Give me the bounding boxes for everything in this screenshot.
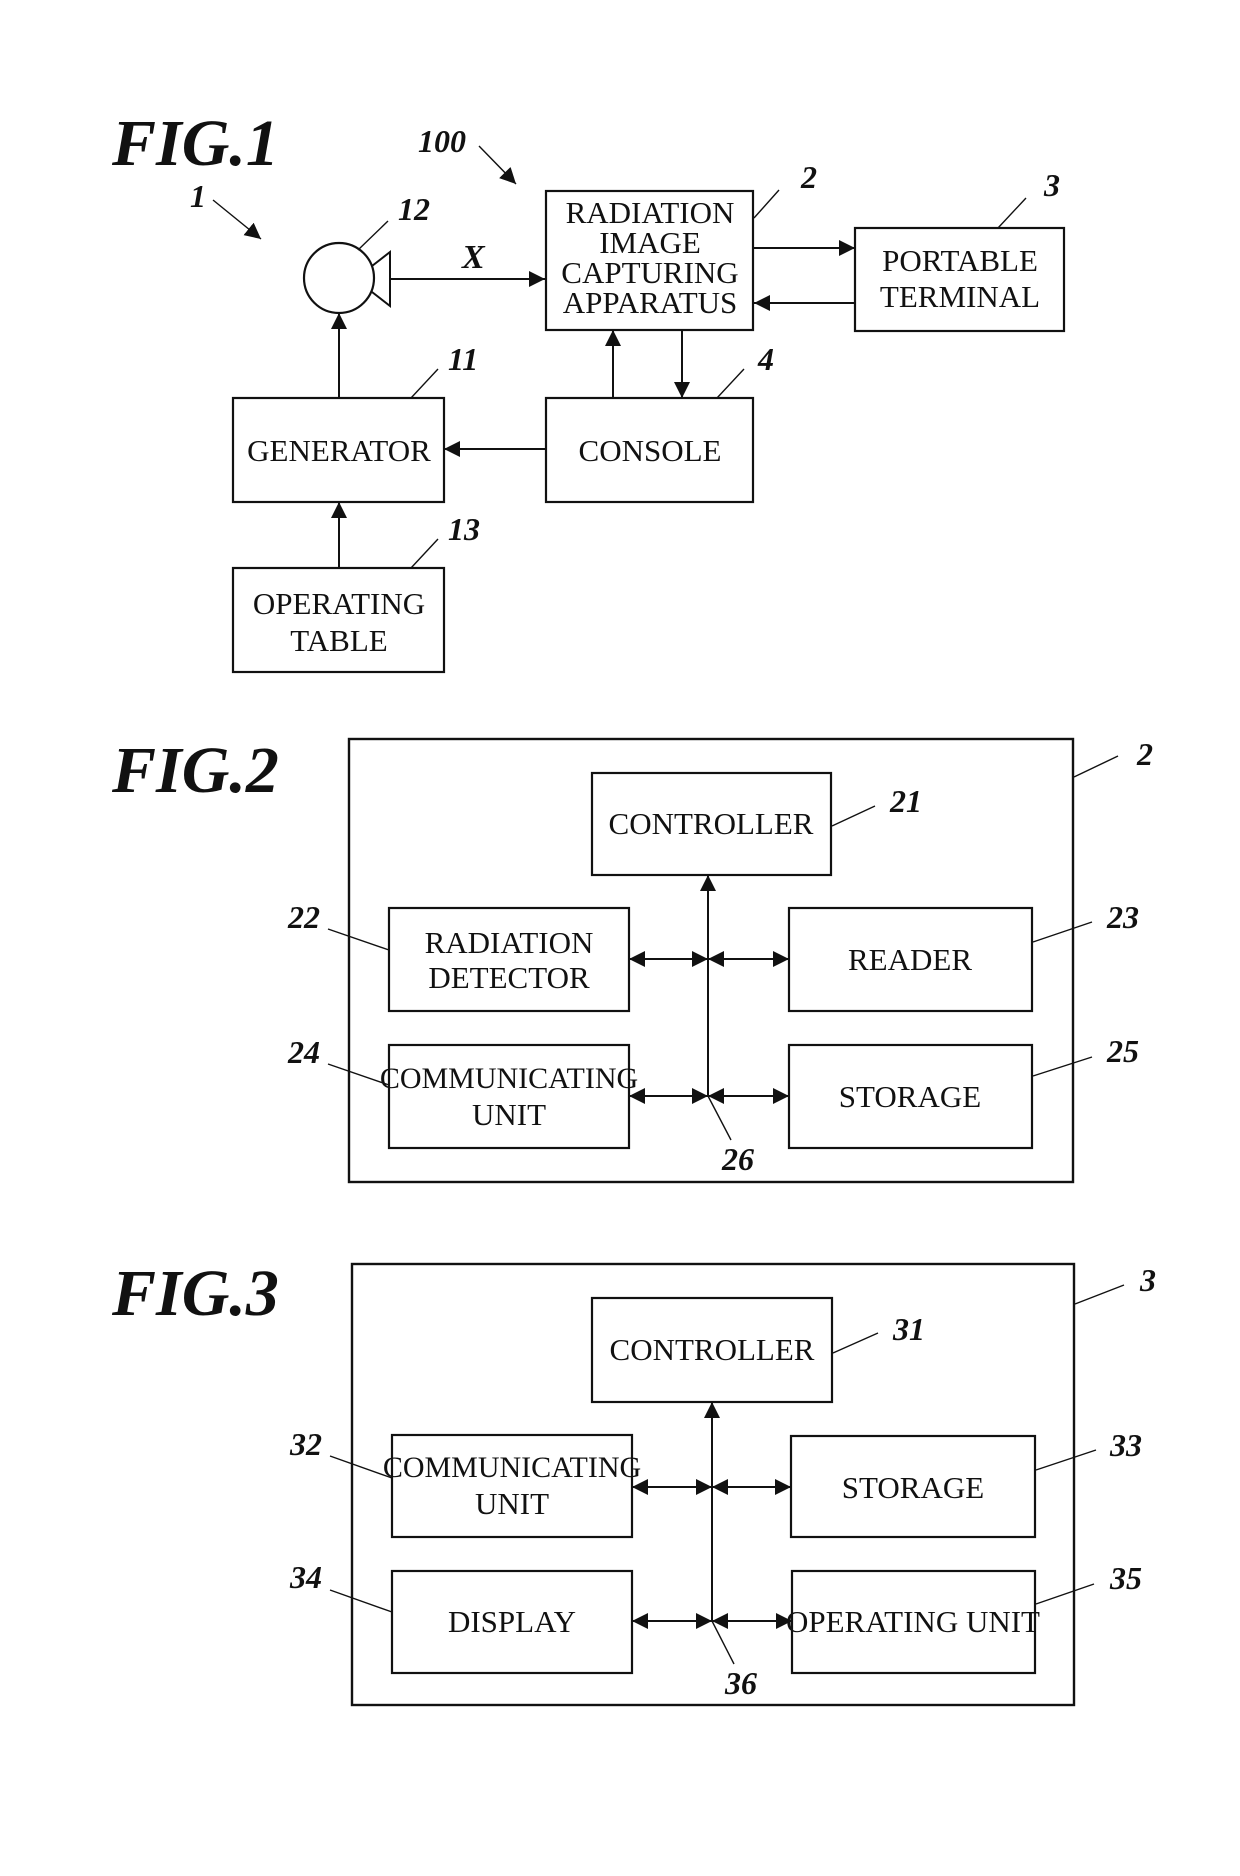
- subsystem-ref-label: 1: [190, 178, 206, 214]
- console-block: CONSOLE: [544, 396, 755, 504]
- reader-leader: [1032, 921, 1093, 943]
- reader-block: READER: [787, 906, 1034, 1013]
- controller-ref: 31: [892, 1311, 925, 1347]
- storage-ref: 25: [1106, 1033, 1139, 1069]
- operating-unit-block: OPERATING UNIT: [786, 1569, 1040, 1675]
- system-ref-label: 100: [418, 123, 466, 159]
- communicating-unit-block: COMMUNICATING UNIT: [383, 1433, 641, 1539]
- radiation-source-leader: [357, 220, 389, 251]
- container-leader: [1074, 1284, 1125, 1305]
- radiation-source-icon: [302, 241, 391, 315]
- container-leader: [1073, 755, 1119, 778]
- controller-block: CONTROLLER: [590, 771, 833, 877]
- storage-block: STORAGE: [789, 1434, 1037, 1539]
- operating-unit-leader: [1035, 1583, 1095, 1605]
- radiation-detector-block: RADIATION DETECTOR: [387, 906, 631, 1013]
- portable-terminal-block: PORTABLE TERMINAL: [853, 226, 1066, 333]
- block-line: OPERATING UNIT: [786, 1604, 1040, 1639]
- operating-table-block: OPERATING TABLE: [231, 566, 446, 674]
- bus-leader: [711, 1620, 735, 1665]
- block-line: OPERATING: [253, 586, 425, 621]
- bus-ref: 26: [721, 1141, 754, 1177]
- container-ref: 3: [1139, 1262, 1156, 1298]
- figure-1: FIG.1 100 1 12 X RADIATION IMAGE CAPTURI…: [111, 107, 1066, 674]
- xray-label: X: [461, 239, 486, 276]
- display-block: DISPLAY: [390, 1569, 634, 1675]
- communicating-unit-ref: 24: [287, 1034, 320, 1070]
- apparatus-ref: 2: [800, 159, 817, 195]
- operating-table-ref: 13: [448, 511, 480, 547]
- bus-ref: 36: [724, 1665, 757, 1701]
- block-line: DETECTOR: [428, 960, 590, 995]
- figure-2-title: FIG.2: [111, 734, 279, 807]
- block-line: DISPLAY: [448, 1604, 576, 1639]
- patent-drawing-sheet: FIG.1 100 1 12 X RADIATION IMAGE CAPTURI…: [111, 107, 1156, 1707]
- generator-ref: 11: [448, 341, 478, 377]
- system-ref-arrow: [478, 145, 517, 185]
- reader-ref: 23: [1106, 899, 1139, 935]
- controller-leader: [832, 1332, 879, 1354]
- block-line: CONSOLE: [579, 433, 722, 468]
- operating-table-leader: [410, 538, 439, 569]
- display-ref: 34: [289, 1559, 322, 1595]
- storage-leader: [1035, 1449, 1097, 1471]
- block-line: TABLE: [290, 623, 387, 658]
- block-line: STORAGE: [839, 1079, 981, 1114]
- console-leader: [716, 368, 745, 399]
- portable-terminal-leader: [997, 197, 1027, 229]
- container-ref: 2: [1136, 736, 1153, 772]
- console-ref: 4: [757, 341, 774, 377]
- portable-terminal-ref: 3: [1043, 167, 1060, 203]
- apparatus-leader: [753, 189, 780, 219]
- communicating-unit-block: COMMUNICATING UNIT: [380, 1043, 638, 1150]
- block-line: COMMUNICATING: [380, 1062, 638, 1095]
- block-line: UNIT: [475, 1486, 549, 1521]
- block-line: TERMINAL: [880, 279, 1040, 314]
- figure-1-title: FIG.1: [111, 107, 279, 180]
- radiation-detector-ref: 22: [287, 899, 320, 935]
- subsystem-ref-arrow: [212, 199, 262, 240]
- controller-block: CONTROLLER: [590, 1296, 834, 1404]
- block-line: CONTROLLER: [610, 1332, 815, 1367]
- display-leader: [329, 1589, 393, 1613]
- storage-leader: [1032, 1056, 1093, 1077]
- figure-3: FIG.3 3 CONTROLLER 31 COMMUNICATING UNIT…: [111, 1257, 1156, 1707]
- block-line: RADIATION: [425, 925, 594, 960]
- communicating-unit-ref: 32: [289, 1426, 322, 1462]
- block-line: CONTROLLER: [609, 806, 814, 841]
- operating-unit-ref: 35: [1109, 1560, 1142, 1596]
- figure-2: FIG.2 2 CONTROLLER 21 RADIATION DETECTOR…: [111, 734, 1153, 1184]
- radiation-detector-leader: [327, 928, 390, 951]
- block-line: GENERATOR: [247, 433, 431, 468]
- block-line: APPARATUS: [563, 285, 738, 320]
- storage-block: STORAGE: [787, 1043, 1034, 1150]
- block-line: UNIT: [472, 1097, 546, 1132]
- bus-leader: [707, 1095, 732, 1141]
- block-line: PORTABLE: [882, 243, 1038, 278]
- radiation-image-capturing-apparatus-block: RADIATION IMAGE CAPTURING APPARATUS: [544, 189, 755, 332]
- storage-ref: 33: [1109, 1427, 1142, 1463]
- radiation-source-ref: 12: [398, 191, 430, 227]
- generator-leader: [410, 368, 439, 399]
- figure-3-title: FIG.3: [111, 1257, 279, 1330]
- block-line: STORAGE: [842, 1470, 984, 1505]
- controller-leader: [831, 805, 876, 827]
- generator-block: GENERATOR: [231, 396, 446, 504]
- controller-ref: 21: [889, 783, 922, 819]
- block-line: COMMUNICATING: [383, 1451, 641, 1484]
- block-line: READER: [848, 942, 972, 977]
